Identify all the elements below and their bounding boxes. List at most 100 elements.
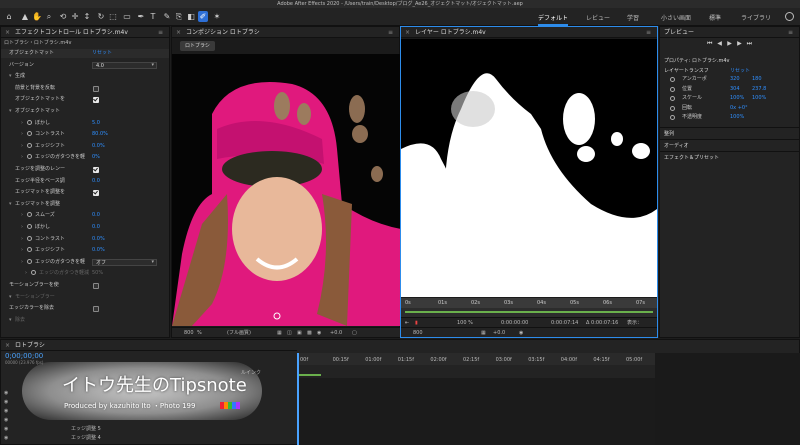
puppet-tool-icon[interactable]: ✶ <box>212 11 222 22</box>
effect-row-value[interactable]: 5.0 <box>92 119 100 128</box>
collapsed-panel-header[interactable]: オーディオ <box>660 139 800 151</box>
property-row[interactable]: スケール 100% 100% <box>660 94 800 103</box>
pan-behind-tool-icon[interactable]: ⬚ <box>108 11 118 22</box>
stopwatch-icon[interactable] <box>27 247 32 253</box>
stopwatch-icon[interactable] <box>27 212 32 218</box>
eraser-tool-icon[interactable]: ◧ <box>186 11 196 22</box>
close-icon[interactable]: × <box>5 27 10 38</box>
visibility-eye-icon[interactable]: ◉ <box>4 426 8 432</box>
effect-row-checkbox[interactable] <box>93 306 99 313</box>
effect-row[interactable]: オブジェクトマット リセット <box>1 49 169 58</box>
effect-row[interactable]: › ぼかし 5.0 <box>1 119 169 128</box>
disclosure-icon[interactable]: › <box>21 130 27 139</box>
stopwatch-icon[interactable] <box>670 105 675 111</box>
effect-row[interactable]: › スムーズ 0.0 <box>1 211 169 220</box>
next-frame-icon[interactable]: ▶ <box>735 38 743 50</box>
last-frame-icon[interactable]: ⏭ <box>745 38 753 50</box>
workspace-default[interactable]: デフォルト <box>538 13 569 26</box>
comp-zoom-value[interactable]: 800 <box>184 328 194 338</box>
timeline-work-area[interactable] <box>299 374 321 376</box>
stopwatch-icon[interactable] <box>27 154 32 160</box>
effect-row-checkbox[interactable] <box>93 167 99 173</box>
property-row[interactable]: アンカーポ 320 180 <box>660 75 800 84</box>
disclosure-icon[interactable]: › <box>25 269 31 278</box>
layer-zoom-value[interactable]: 800 <box>413 328 423 338</box>
property-row[interactable]: 位置 304 237.8 <box>660 85 800 94</box>
workspace-libraries[interactable]: ライブラリ <box>741 13 771 22</box>
effect-row[interactable]: ▾ エッジマットを調整 <box>1 200 169 209</box>
disclosure-icon[interactable]: › <box>21 142 27 151</box>
property-row[interactable]: 回転 0x +0° <box>660 104 800 113</box>
effect-row[interactable]: ▾ 生成 <box>1 72 169 81</box>
home-icon[interactable]: ⌂ <box>4 11 14 22</box>
effect-row-value[interactable]: 0.0% <box>92 142 105 151</box>
effect-row[interactable]: バージョン 4.0 <box>1 61 169 70</box>
comp-quality-dropdown[interactable]: (フル画質) <box>227 328 251 338</box>
stopwatch-icon[interactable] <box>31 270 36 276</box>
timeline-tab[interactable]: ロトブラシ <box>15 342 45 349</box>
grid-icon[interactable]: ▦ <box>277 328 282 338</box>
property-value-2[interactable]: 237.8 <box>752 85 766 94</box>
visibility-eye-icon[interactable]: ◉ <box>4 399 8 405</box>
panel-menu-icon[interactable]: ≡ <box>788 27 793 38</box>
workspace-review[interactable]: レビュー <box>586 13 610 22</box>
property-value-1[interactable]: 100% <box>730 94 744 103</box>
visibility-eye-icon[interactable]: ◉ <box>4 390 8 396</box>
visibility-eye-icon[interactable]: ◉ <box>4 435 8 441</box>
region-icon[interactable]: ▣ <box>297 328 302 338</box>
effect-row-checkbox[interactable] <box>93 190 99 197</box>
collapsed-panel-header[interactable]: 整列 <box>660 127 800 139</box>
effect-row[interactable]: › エッジシフト 0.0% <box>1 246 169 255</box>
hand-tool-icon[interactable]: ✋ <box>32 11 42 22</box>
roto-brush-tool-icon[interactable]: ✐ <box>198 11 208 22</box>
effect-row[interactable]: 前景と背景を反転 <box>1 84 169 93</box>
mask-icon[interactable]: ◫ <box>287 328 292 338</box>
effect-row[interactable]: エッジ半径をベース調 0.0 <box>1 177 169 186</box>
first-frame-icon[interactable]: ⏮ <box>706 38 714 50</box>
effect-row[interactable]: エッジマットを調整を <box>1 188 169 197</box>
disclosure-icon[interactable]: › <box>21 211 27 220</box>
close-icon[interactable]: × <box>405 27 410 38</box>
rectangle-tool-icon[interactable]: ▭ <box>122 11 132 22</box>
effect-row-value[interactable]: 50% <box>92 269 103 278</box>
property-value-1[interactable]: 0x +0° <box>730 104 748 113</box>
type-tool-icon[interactable]: T <box>148 11 158 22</box>
stopwatch-icon[interactable] <box>670 77 675 82</box>
effect-row-dropdown[interactable]: 4.0 <box>92 61 157 69</box>
visibility-eye-icon[interactable]: ◉ <box>4 408 8 414</box>
effect-row-value[interactable]: 0% <box>92 153 100 162</box>
disclosure-icon[interactable]: › <box>21 258 27 267</box>
prev-frame-icon[interactable]: ◀ <box>716 38 724 50</box>
zoom-tool-icon[interactable]: ⌕ <box>44 11 54 22</box>
pan-tool-icon[interactable]: ✛ <box>70 11 80 22</box>
effect-row[interactable]: エッジを調整のレンー <box>1 165 169 174</box>
panel-menu-icon[interactable]: ≡ <box>158 27 163 38</box>
effect-row[interactable]: › エッジのガタつきを軽 0% <box>1 153 169 162</box>
effect-row[interactable]: ▾ 除去 <box>1 316 169 325</box>
stopwatch-icon[interactable] <box>670 96 675 101</box>
effect-row-value[interactable]: 0.0 <box>92 177 100 186</box>
effect-row-value[interactable]: 0.0 <box>92 223 100 232</box>
effect-controls-tab[interactable]: エフェクトコントロール ロトブラシ.m4v <box>15 29 128 36</box>
transparency-grid-icon[interactable]: ▩ <box>307 328 312 338</box>
effect-row-dropdown[interactable]: オフ <box>92 258 157 266</box>
property-value-1[interactable]: 320 <box>730 75 740 84</box>
property-row[interactable]: 不透明度 100% <box>660 113 800 122</box>
layer-time-ruler[interactable]: 0s 01s 02s 03s 04s 05s 06s 07s <box>401 298 657 308</box>
composition-tab[interactable]: コンポジション ロトブラシ <box>186 29 260 36</box>
pen-tool-icon[interactable]: ✒ <box>136 11 146 22</box>
effect-row[interactable]: › エッジのガタつきを軽 オフ <box>1 258 169 267</box>
stopwatch-icon[interactable] <box>27 224 32 229</box>
property-value-1[interactable]: 304 <box>730 85 740 94</box>
snapshot-icon[interactable]: ▢ <box>352 328 357 338</box>
layer-grid-icon[interactable]: ▦ <box>481 328 486 338</box>
camera-icon[interactable]: ◉ <box>317 328 321 338</box>
exposure-value[interactable]: +0.0 <box>330 328 342 338</box>
effect-row[interactable]: ▾ モーションブラー <box>1 293 169 302</box>
close-icon[interactable]: × <box>5 340 10 351</box>
effect-row-value[interactable]: 0.0% <box>92 246 105 255</box>
layer-exposure[interactable]: +0.0 <box>493 328 505 338</box>
effect-row[interactable]: ▾ オブジェクトマット <box>1 107 169 116</box>
effect-row-value[interactable]: 0.0% <box>92 235 105 244</box>
workspace-small-screen[interactable]: 小さい画面 <box>661 13 691 22</box>
